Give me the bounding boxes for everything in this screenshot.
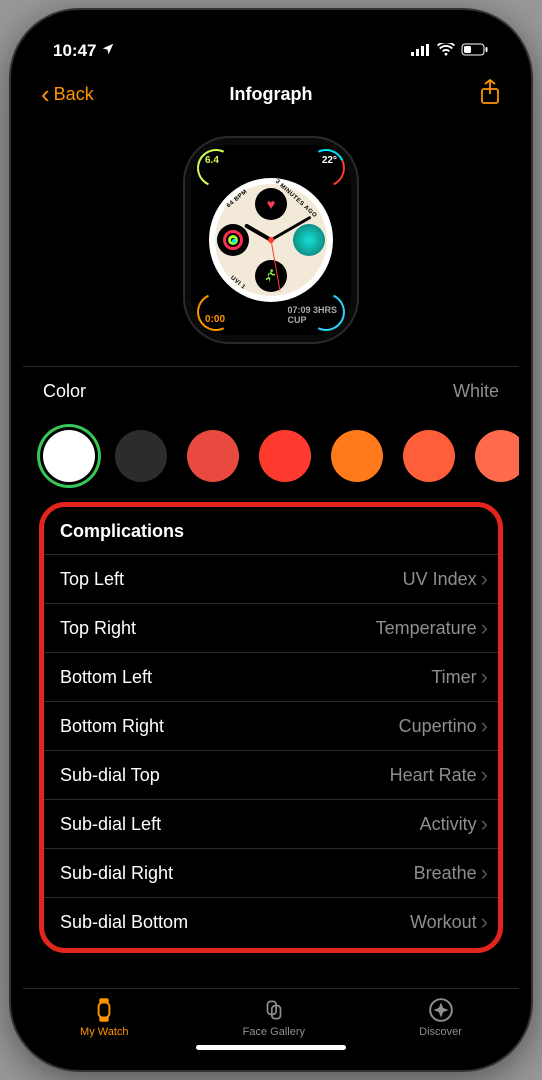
color-swatch[interactable] — [187, 430, 239, 482]
notch — [166, 10, 376, 42]
color-label: Color — [43, 381, 86, 402]
color-row[interactable]: Color White — [23, 366, 519, 416]
status-time: 10:47 — [53, 41, 96, 61]
complication-row[interactable]: Top Left UV Index› — [44, 554, 498, 603]
chevron-right-icon: › — [481, 813, 488, 835]
corner-bl-value: 0:00 — [205, 314, 225, 325]
location-icon — [101, 41, 115, 61]
chevron-right-icon: › — [481, 911, 488, 933]
discover-icon — [428, 997, 454, 1023]
back-button[interactable]: ‹ Back — [41, 81, 94, 107]
complication-value: Workout — [410, 912, 477, 933]
tab-face-gallery[interactable]: Face Gallery — [243, 997, 305, 1038]
complication-row[interactable]: Sub-dial Left Activity› — [44, 799, 498, 848]
phone-frame: 10:47 ‹ Back Inf — [11, 10, 531, 1070]
complications-header: Complications — [44, 509, 498, 554]
corner-arc — [192, 288, 241, 337]
corner-tr-value: 22° — [322, 155, 337, 166]
chevron-right-icon: › — [481, 715, 488, 737]
page-title: Infograph — [230, 84, 313, 105]
corner-arc — [192, 144, 241, 193]
subdial-bottom-workout-icon — [255, 260, 287, 292]
complication-label: Top Right — [60, 618, 136, 639]
complication-label: Top Left — [60, 569, 124, 590]
cellular-icon — [411, 41, 431, 61]
color-swatch[interactable] — [331, 430, 383, 482]
complication-value: Timer — [431, 667, 476, 688]
chevron-right-icon: › — [481, 764, 488, 786]
back-label: Back — [54, 84, 94, 105]
complication-value: Temperature — [376, 618, 477, 639]
color-swatch[interactable] — [403, 430, 455, 482]
complication-label: Sub-dial Right — [60, 863, 173, 884]
color-swatch[interactable] — [115, 430, 167, 482]
tab-label: My Watch — [80, 1026, 129, 1038]
complication-row[interactable]: Bottom Left Timer› — [44, 652, 498, 701]
complication-row[interactable]: Sub-dial Right Breathe› — [44, 848, 498, 897]
complications-section: Complications Top LeftUV Index›Top Right… — [39, 502, 503, 953]
complication-row[interactable]: Sub-dial Bottom Workout› — [44, 897, 498, 946]
complication-row[interactable]: Sub-dial Top Heart Rate› — [44, 750, 498, 799]
nav-bar: ‹ Back Infograph — [23, 70, 519, 118]
complication-label: Sub-dial Left — [60, 814, 161, 835]
share-button[interactable] — [479, 79, 501, 110]
screen: 10:47 ‹ Back Inf — [23, 22, 519, 1058]
chevron-left-icon: ‹ — [41, 81, 50, 107]
subdial-right-breathe-icon — [293, 224, 325, 256]
color-swatch[interactable] — [475, 430, 519, 482]
color-swatch[interactable] — [43, 430, 95, 482]
chevron-right-icon: › — [481, 666, 488, 688]
face-gallery-icon — [261, 997, 287, 1023]
watch-case: 6.4 22° 0:00 07:09 3HRSCUP 64 BPM 3 MINU… — [183, 136, 359, 344]
home-indicator[interactable] — [196, 1045, 346, 1050]
corner-tl-value: 6.4 — [205, 155, 219, 166]
complication-label: Sub-dial Top — [60, 765, 160, 786]
complication-row[interactable]: Top Right Temperature› — [44, 603, 498, 652]
complication-value: Activity — [420, 814, 477, 835]
corner-br-value: 07:09 3HRSCUP — [287, 305, 337, 325]
complication-label: Sub-dial Bottom — [60, 912, 188, 933]
my-watch-icon — [91, 997, 117, 1023]
tab-my-watch[interactable]: My Watch — [80, 997, 129, 1038]
tab-discover[interactable]: Discover — [419, 997, 462, 1038]
complication-value: Heart Rate — [390, 765, 477, 786]
tab-label: Face Gallery — [243, 1026, 305, 1038]
content: 6.4 22° 0:00 07:09 3HRSCUP 64 BPM 3 MINU… — [23, 118, 519, 988]
dial: 64 BPM 3 MINUTES AGO UVI 1 ♥ — [209, 178, 333, 302]
complication-label: Bottom Left — [60, 667, 152, 688]
complication-value: Breathe — [414, 863, 477, 884]
complication-value: UV Index — [403, 569, 477, 590]
corner-arc — [302, 144, 351, 193]
subdial-left-activity-icon — [217, 224, 249, 256]
complication-label: Bottom Right — [60, 716, 164, 737]
color-value: White — [453, 381, 499, 402]
watch-face: 6.4 22° 0:00 07:09 3HRSCUP 64 BPM 3 MINU… — [191, 145, 351, 335]
color-swatch[interactable] — [259, 430, 311, 482]
chevron-right-icon: › — [481, 617, 488, 639]
hand-center — [268, 237, 274, 243]
chevron-right-icon: › — [481, 862, 488, 884]
wifi-icon — [437, 41, 455, 61]
chevron-right-icon: › — [481, 568, 488, 590]
battery-icon — [461, 41, 489, 61]
subdial-top-heart-icon: ♥ — [255, 188, 287, 220]
watch-preview[interactable]: 6.4 22° 0:00 07:09 3HRSCUP 64 BPM 3 MINU… — [23, 118, 519, 366]
complication-row[interactable]: Bottom Right Cupertino› — [44, 701, 498, 750]
color-swatches — [23, 416, 519, 496]
tab-label: Discover — [419, 1026, 462, 1038]
complication-value: Cupertino — [399, 716, 477, 737]
